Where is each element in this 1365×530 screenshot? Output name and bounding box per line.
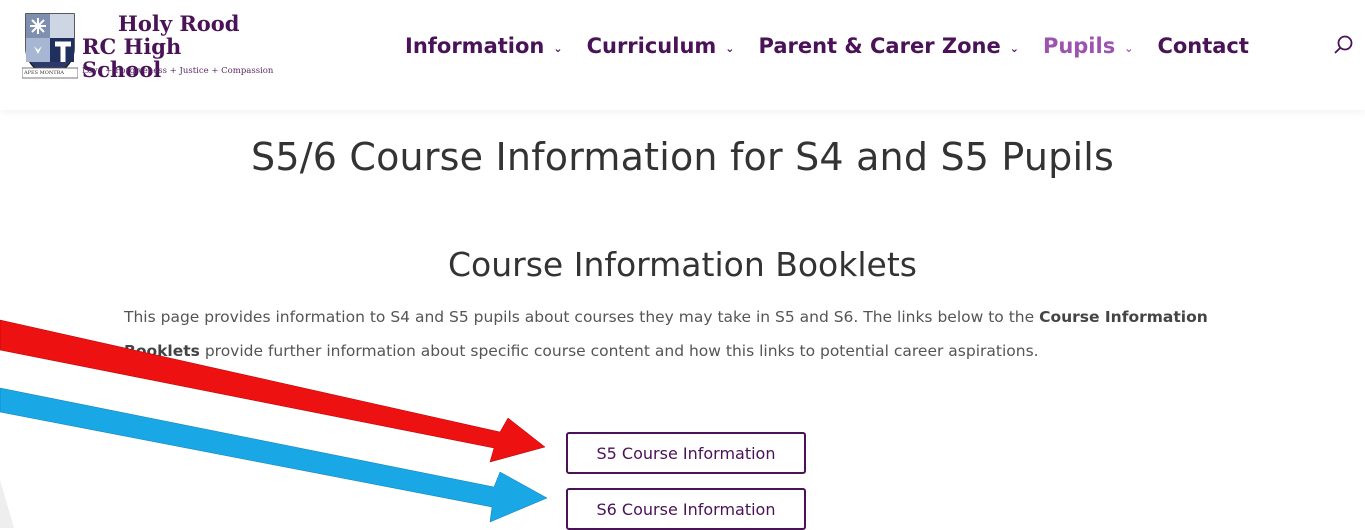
- blue-arrow: [0, 387, 548, 523]
- intro-text-end: provide further information about specif…: [199, 342, 1039, 360]
- s5-course-information-button[interactable]: S5 Course Information: [566, 432, 806, 474]
- nav-contact-label: Contact: [1157, 34, 1249, 58]
- chevron-down-icon: ⌄: [725, 41, 735, 55]
- nav-pupils[interactable]: Pupils ⌄: [1043, 34, 1134, 58]
- nav-information[interactable]: Information ⌄: [405, 34, 563, 58]
- nav-curriculum[interactable]: Curriculum ⌄: [587, 34, 735, 58]
- school-name-line1: Holy Rood: [118, 11, 240, 36]
- intro-paragraph: This page provides information to S4 and…: [124, 300, 1254, 368]
- school-logo[interactable]: APES MONTRA Holy Rood RC High School Lov…: [22, 10, 273, 82]
- nav-contact[interactable]: Contact: [1157, 34, 1249, 58]
- nav-information-label: Information: [405, 34, 545, 58]
- chevron-down-icon: ⌄: [1124, 41, 1134, 55]
- corner-shade: [0, 480, 14, 528]
- chevron-down-icon: ⌄: [1009, 41, 1019, 55]
- school-motto: Love + Forgiveness + Justice + Compassio…: [82, 66, 274, 76]
- main-nav: Information ⌄ Curriculum ⌄ Parent & Care…: [405, 32, 1273, 60]
- nav-parent-carer-zone[interactable]: Parent & Carer Zone ⌄: [759, 34, 1019, 58]
- site-header: APES MONTRA Holy Rood RC High School Lov…: [0, 0, 1365, 110]
- search-icon[interactable]: [1333, 34, 1355, 56]
- chevron-down-icon: ⌄: [553, 41, 563, 55]
- page-title: S5/6 Course Information for S4 and S5 Pu…: [251, 135, 1114, 179]
- crest-banner: APES MONTRA: [24, 70, 64, 76]
- nav-pupils-label: Pupils: [1042, 34, 1116, 58]
- section-title: Course Information Booklets: [448, 245, 917, 284]
- s6-course-information-button[interactable]: S6 Course Information: [566, 488, 806, 530]
- nav-curriculum-label: Curriculum: [586, 34, 717, 58]
- nav-parent-carer-zone-label: Parent & Carer Zone: [758, 34, 1001, 58]
- intro-text-start: This page provides information to S4 and…: [124, 308, 1040, 326]
